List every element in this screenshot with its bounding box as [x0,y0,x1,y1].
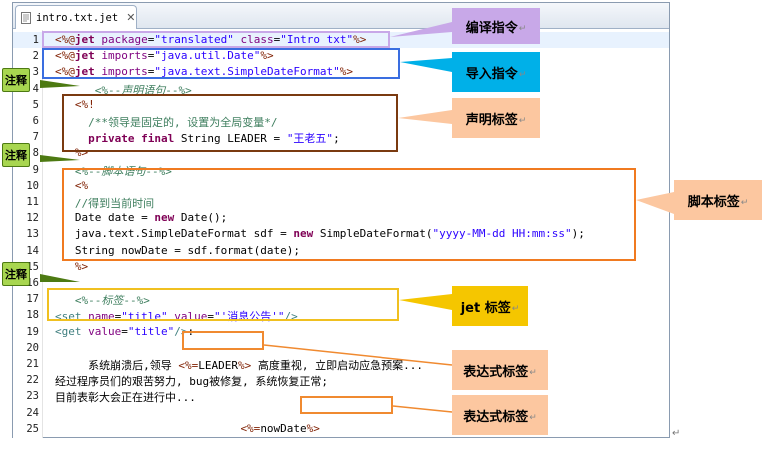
script-tag-callout: 脚本标签 ↵ [674,180,762,220]
expression-tag-callout-2: 表达式标签 ↵ [452,395,548,435]
expression-tag-callout-1: 表达式标签 ↵ [452,350,548,390]
import-directive-callout: 导入指令 ↵ [452,52,540,92]
jet-tag-callout: jet 标签 ↵ [452,286,528,326]
declaration-tag-callout: 声明标签 ↵ [452,98,540,138]
comment-note-1: 注释 [2,68,30,92]
end-return-mark: ↵ [672,428,681,439]
comment-note-3: 注释 [2,262,30,286]
connector-lines [40,22,674,413]
comment-note-2: 注释 [2,143,30,167]
compile-directive-callout: 编译指令 ↵ [452,8,540,44]
